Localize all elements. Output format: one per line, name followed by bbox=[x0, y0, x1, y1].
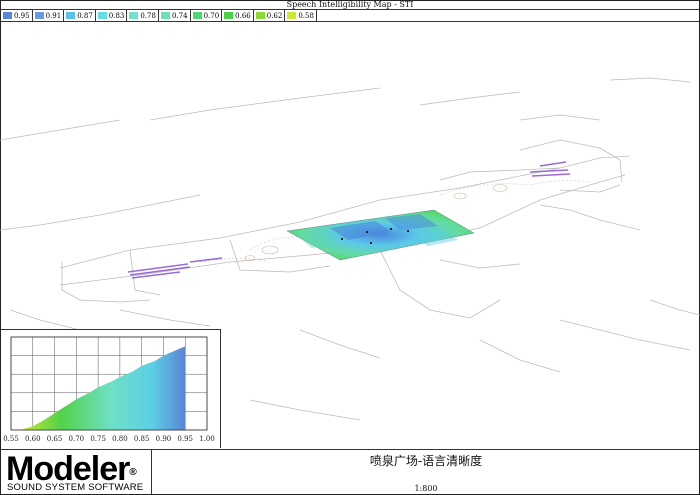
legend-swatch bbox=[97, 12, 107, 19]
legend-label: 0.78 bbox=[140, 11, 156, 20]
legend-label: 0.87 bbox=[77, 11, 93, 20]
legend-label: 0.70 bbox=[203, 11, 220, 20]
logo-registered-mark: ® bbox=[129, 467, 136, 478]
chart-x-tick-label: 0.85 bbox=[134, 435, 150, 443]
legend-label: 0.83 bbox=[108, 11, 125, 20]
legend-item: 0.95 bbox=[1, 10, 33, 21]
project-title: 喷泉广场-语言清晰度 bbox=[369, 454, 483, 468]
legend-label: 0.74 bbox=[171, 11, 188, 20]
sti-distribution-chart: 0.55 0.60 0.65 0.70 0.75 0.80 0.85 0.90 0.95 1.00 bbox=[3, 336, 215, 443]
legend-swatch bbox=[224, 12, 234, 19]
modeler-logo: Modeler® bbox=[6, 452, 137, 486]
legend-label: 0.95 bbox=[14, 11, 30, 20]
legend-swatch bbox=[3, 12, 12, 19]
sti-legend: 0.95 0.91 0.87 0.83 0.78 0.74 0.70 0.66 0.62 0.58 bbox=[1, 9, 317, 22]
legend-swatch bbox=[255, 12, 265, 19]
legend-item: 0.83 bbox=[96, 10, 128, 21]
logo-subtitle: SOUND SYSTEM SOFTWARE bbox=[7, 482, 144, 493]
legend-item: 0.87 bbox=[64, 10, 96, 21]
legend-bar-rest bbox=[278, 9, 699, 22]
chart-x-tick-label: 0.70 bbox=[69, 435, 85, 443]
chart-x-tick-label: 0.55 bbox=[3, 435, 19, 443]
chart-x-tick-label: 1.00 bbox=[199, 435, 215, 443]
chart-area-series bbox=[19, 346, 186, 430]
legend-swatch bbox=[34, 12, 44, 19]
chart-x-tick-label: 0.65 bbox=[47, 435, 63, 443]
legend-label: 0.66 bbox=[235, 11, 251, 20]
legend-swatch bbox=[192, 12, 202, 19]
legend-item: 0.70 bbox=[191, 10, 223, 21]
legend-item: 0.78 bbox=[127, 10, 159, 21]
sti-distribution-chart-panel: 0.55 0.60 0.65 0.70 0.75 0.80 0.85 0.90 0.95 1.00 bbox=[1, 329, 221, 448]
legend-swatch bbox=[129, 12, 139, 19]
chart-x-tick-label: 0.75 bbox=[90, 435, 106, 443]
map-title: Speech Intelligibility Map - STI bbox=[286, 0, 414, 9]
legend-label: 0.91 bbox=[45, 11, 62, 20]
legend-item: 0.91 bbox=[33, 10, 65, 21]
legend-item: 0.74 bbox=[159, 10, 191, 21]
drawing-scale: 1:800 bbox=[414, 484, 438, 493]
chart-x-tick-label: 0.60 bbox=[25, 435, 41, 443]
chart-x-tick-label: 0.80 bbox=[112, 435, 128, 443]
legend-swatch bbox=[160, 12, 170, 19]
legend-swatch bbox=[66, 12, 76, 19]
legend-item: 0.66 bbox=[222, 10, 254, 21]
chart-x-tick-label: 0.90 bbox=[156, 435, 172, 443]
chart-x-tick-label: 0.95 bbox=[177, 435, 193, 443]
